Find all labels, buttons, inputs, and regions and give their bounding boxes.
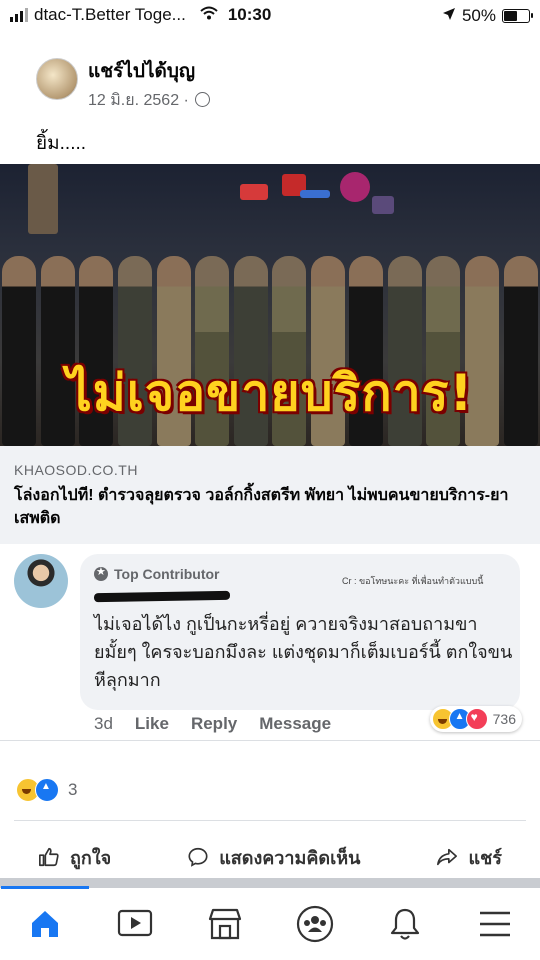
post-action-bar: ถูกใจ แสดงความคิดเห็น แชร์ (0, 836, 540, 878)
comment-like-button[interactable]: Like (135, 714, 169, 734)
comment-reply-button[interactable]: Reply (191, 714, 237, 734)
post-card: แชร์ไปได้บุญ 12 มิ.ย. 2562 · ยิ้ม..... ไ… (0, 30, 540, 885)
credit-note: Cr : ขอโทษนะคะ ที่เพื่อนทำตัวแบบนี้ (342, 576, 484, 586)
battery-percent: 50% (461, 6, 496, 25)
bottom-tab-bar (0, 886, 540, 960)
image-headline: ไม่เจอขายบริการ! (66, 364, 474, 422)
link-domain: KHAOSOD.CO.TH (14, 462, 138, 478)
signal-icon (10, 8, 28, 22)
comment-message-button[interactable]: Message (259, 714, 331, 734)
tab-notifications[interactable] (375, 894, 435, 954)
love-reaction-icon (465, 708, 488, 730)
comment-time: 3d (94, 714, 113, 733)
like-button[interactable]: ถูกใจ (38, 843, 111, 872)
post-date[interactable]: 12 มิ.ย. 2562 · (88, 88, 211, 113)
comment-actions: 3d Like Reply Message (94, 714, 331, 734)
carrier-name: dtac-T.Better Toge... (34, 5, 186, 24)
contributor-badge-icon (94, 565, 108, 581)
post-reactions[interactable]: 3 (16, 778, 77, 802)
tab-home[interactable] (1, 886, 89, 954)
watch-icon (117, 909, 153, 937)
link-preview[interactable]: KHAOSOD.CO.TH โล่งอกไปที! ตำรวจลุยตรวจ ว… (0, 446, 540, 544)
home-icon (32, 911, 58, 937)
comment-reactions[interactable]: 736 (429, 706, 522, 732)
globe-icon (195, 92, 211, 107)
like-label: ถูกใจ (70, 847, 112, 868)
status-bar: dtac-T.Better Toge... 10:30 50% (0, 0, 540, 30)
link-title: โล่งอกไปที! ตำรวจลุยตรวจ วอล์กกิ้งสตรีท … (14, 487, 509, 527)
marketplace-icon (208, 908, 242, 940)
share-button[interactable]: แชร์ (436, 843, 502, 872)
post-date-text: 12 มิ.ย. 2562 · (88, 92, 189, 109)
divider (14, 820, 526, 821)
post-reaction-count: 3 (68, 780, 78, 799)
wifi-icon (200, 6, 218, 25)
divider (0, 740, 540, 741)
share-label: แชร์ (468, 847, 502, 868)
groups-icon (296, 905, 334, 943)
commenter-avatar[interactable] (14, 554, 68, 608)
battery-icon (502, 9, 533, 23)
post-text: ยิ้ม..... (36, 133, 87, 154)
tab-groups[interactable] (285, 894, 345, 954)
comment-icon (188, 847, 208, 867)
location-icon (442, 6, 456, 26)
share-icon (437, 848, 458, 866)
tab-menu[interactable] (465, 894, 525, 954)
tab-watch[interactable] (105, 894, 165, 954)
top-contributor-badge: Top Contributor (94, 565, 220, 582)
clock: 10:30 (227, 5, 272, 24)
page-name[interactable]: แชร์ไปได้บุญ (88, 56, 195, 86)
badge-label: Top Contributor (114, 566, 220, 582)
comment-button[interactable]: แสดงความคิดเห็น (187, 843, 360, 872)
redacted-name (93, 590, 231, 603)
post-image[interactable]: ไม่เจอขายบริการ! (0, 164, 540, 446)
comment-label: แสดงความคิดเห็น (219, 847, 361, 868)
comment-reaction-count: 736 (492, 711, 516, 727)
comment-text: ไม่เจอได้ไง กูเป็นกะหรี่อยู่ ควายจริงมาส… (94, 614, 513, 690)
page-avatar[interactable] (36, 58, 78, 100)
bell-icon (390, 908, 420, 940)
like-reaction-icon (35, 778, 59, 802)
like-icon (39, 847, 59, 867)
menu-icon (480, 911, 510, 937)
comment-bubble[interactable]: Top Contributor Cr : ขอโทษนะคะ ที่เพื่อน… (80, 554, 520, 710)
tab-marketplace[interactable] (195, 894, 255, 954)
